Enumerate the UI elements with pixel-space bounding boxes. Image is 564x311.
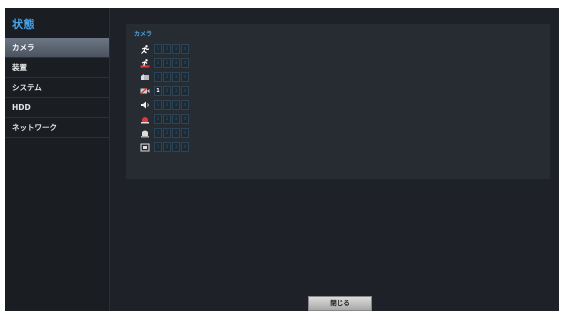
channel-cell: 2	[163, 58, 171, 68]
channel-cell: 1	[154, 44, 162, 54]
channel-cell: 1	[154, 142, 162, 152]
text-in-icon	[139, 128, 151, 138]
channel-cell: 3	[172, 72, 180, 82]
channel-cell: 3	[172, 114, 180, 124]
sidebar-item-system[interactable]: システム	[5, 78, 109, 98]
channel-cell: 3	[172, 128, 180, 138]
sidebar-menu: カメラ 装置 システム HDD ネットワーク	[5, 38, 109, 138]
video-loss-icon	[139, 86, 151, 96]
channel-cell: 2	[163, 44, 171, 54]
motion-running-icon	[139, 44, 151, 54]
channel-cell: 3	[172, 58, 180, 68]
channel-cell: 1	[154, 100, 162, 110]
channel-cell: 1	[154, 72, 162, 82]
channel-cell: 2	[163, 86, 171, 96]
channel-cell: 3	[172, 86, 180, 96]
status-row-alarm-in: 1 2 3 4	[139, 72, 190, 82]
status-row-alarm-light: 1 2 3 4	[139, 114, 190, 124]
close-button[interactable]: 閉じる	[308, 296, 372, 311]
channel-cell: 4	[181, 72, 189, 82]
alarm-light-icon	[139, 114, 151, 124]
camera-status-panel: カメラ 1 2 3 4 1 2 3 4 1 2 3 4 1 2 3 4 1 2 …	[126, 24, 550, 179]
status-row-video-loss: 1 2 3 4	[139, 86, 190, 96]
channel-cell: 2	[163, 114, 171, 124]
main-content: カメラ 1 2 3 4 1 2 3 4 1 2 3 4 1 2 3 4 1 2 …	[110, 8, 559, 311]
alarm-in-icon	[139, 72, 151, 82]
channel-cell: 1	[154, 114, 162, 124]
channel-cell: 4	[181, 86, 189, 96]
channel-cell: 4	[181, 142, 189, 152]
channel-cells: 1 2 3 4	[154, 72, 190, 82]
channel-cells: 1 2 3 4	[154, 128, 190, 138]
channel-cell: 3	[172, 142, 180, 152]
page-title: 状態	[12, 18, 35, 31]
channel-cells: 1 2 3 4	[154, 44, 190, 54]
channel-cells: 1 2 3 4	[154, 114, 190, 124]
channel-cell: 2	[163, 142, 171, 152]
status-row-motion: 1 2 3 4	[139, 44, 190, 54]
channel-cell: 2	[163, 128, 171, 138]
channel-cell: 4	[181, 100, 189, 110]
object-detect-icon	[139, 142, 151, 152]
sidebar-item-device[interactable]: 装置	[5, 58, 109, 78]
channel-cell: 3	[172, 44, 180, 54]
channel-cell: 3	[172, 100, 180, 110]
channel-cell: 2	[163, 72, 171, 82]
channel-cell: 4	[181, 44, 189, 54]
channel-cell: 4	[181, 114, 189, 124]
channel-cell: 2	[163, 100, 171, 110]
channel-cell: 1	[154, 128, 162, 138]
channel-cell: 1	[154, 58, 162, 68]
channel-cell: 4	[181, 128, 189, 138]
status-row-tamper: 1 2 3 4	[139, 58, 190, 68]
channel-cells: 1 2 3 4	[154, 100, 190, 110]
audio-speaker-icon	[139, 100, 151, 110]
sidebar-item-hdd[interactable]: HDD	[5, 98, 109, 118]
channel-cells: 1 2 3 4	[154, 86, 190, 96]
channel-cells: 1 2 3 4	[154, 58, 190, 68]
status-row-text-in: 1 2 3 4	[139, 128, 190, 138]
sidebar-item-network[interactable]: ネットワーク	[5, 118, 109, 138]
sidebar: 状態 カメラ 装置 システム HDD ネットワーク	[5, 8, 110, 311]
panel-title: カメラ	[134, 31, 153, 38]
status-row-audio: 1 2 3 4	[139, 100, 190, 110]
channel-cells: 1 2 3 4	[154, 142, 190, 152]
channel-cell-active: 1	[154, 86, 162, 96]
sidebar-item-camera[interactable]: カメラ	[5, 38, 109, 58]
channel-cell: 4	[181, 58, 189, 68]
motion-tamper-icon	[139, 58, 151, 68]
status-row-object-detect: 1 2 3 4	[139, 142, 190, 152]
status-window: 状態 カメラ 装置 システム HDD ネットワーク カメラ 1 2 3 4 1 …	[5, 8, 559, 311]
